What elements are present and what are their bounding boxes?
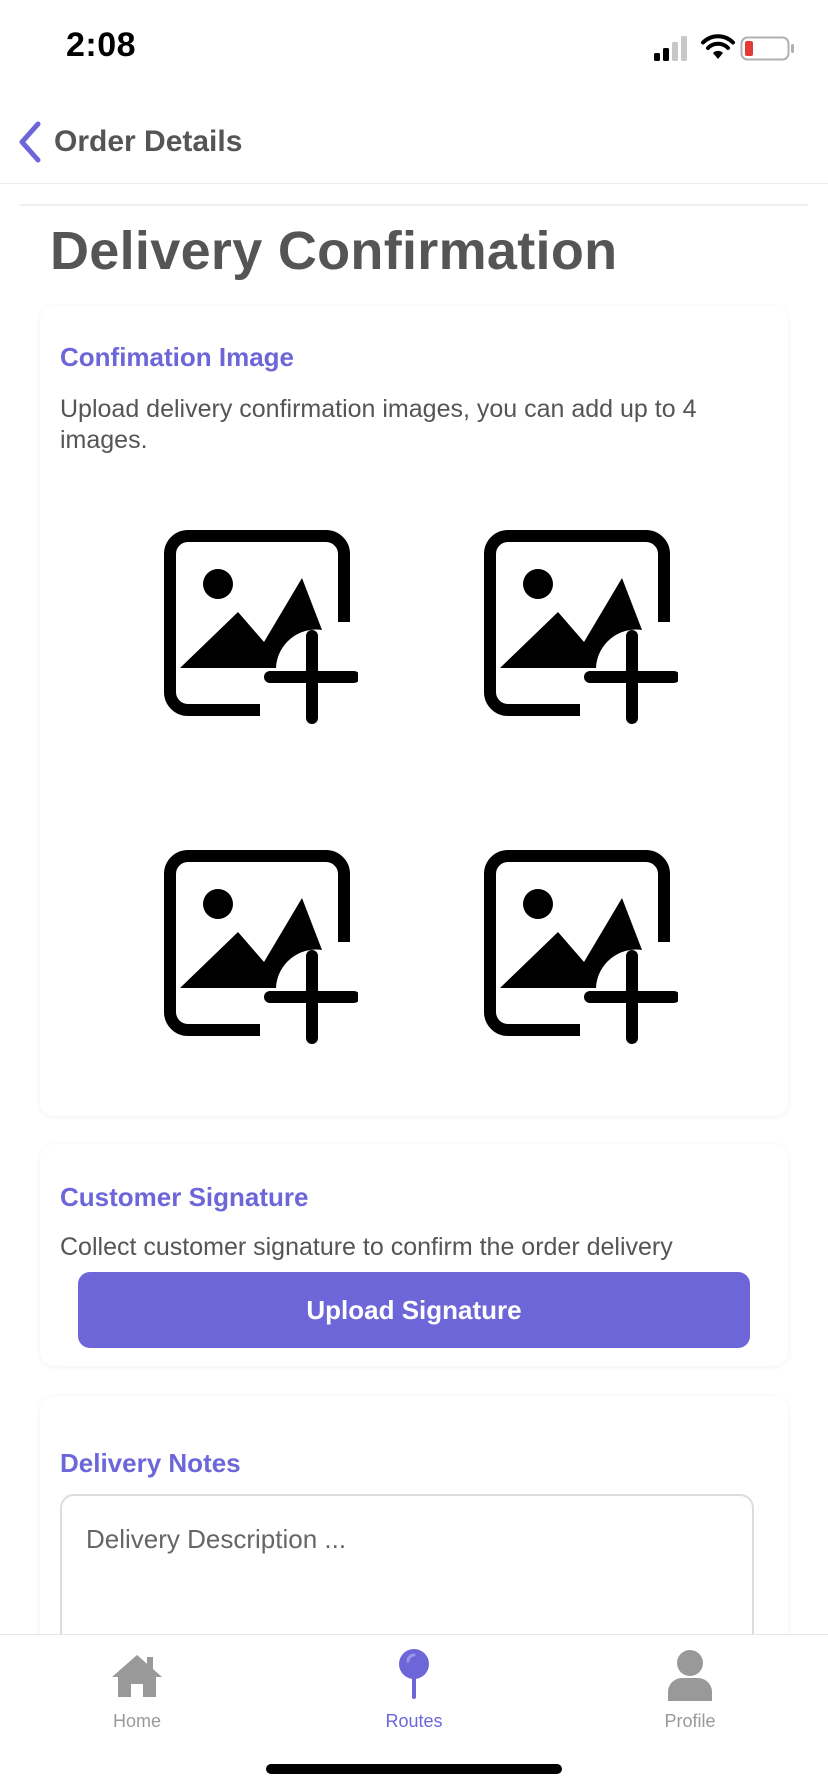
delivery-confirmation-screen: 2:08 Order Details Delivery Confirmation	[0, 0, 828, 1792]
divider	[20, 204, 808, 206]
chevron-left-icon	[19, 121, 41, 163]
signal-icon	[654, 36, 687, 61]
add-photo-icon	[164, 530, 358, 724]
tab-routes[interactable]: Routes	[314, 1647, 514, 1751]
status-bar: 2:08	[0, 0, 828, 100]
back-button[interactable]: Order Details	[14, 114, 242, 170]
back-label: Order Details	[54, 125, 243, 158]
customer-signature-description: Collect customer signature to confirm th…	[60, 1233, 673, 1261]
confirmation-image-title: Confimation Image	[60, 342, 295, 372]
battery-level	[745, 41, 753, 56]
tab-profile[interactable]: Profile	[590, 1647, 790, 1751]
add-photo-icon	[484, 850, 678, 1044]
status-time: 2:08	[66, 26, 137, 64]
add-image-slot-4[interactable]	[472, 838, 678, 1044]
wifi-icon	[701, 34, 735, 59]
confirmation-image-card: Confimation Image Upload delivery confir…	[40, 306, 788, 1116]
tab-home[interactable]: Home	[37, 1647, 237, 1751]
tab-home-label: Home	[112, 1711, 161, 1731]
add-photo-icon	[164, 850, 358, 1044]
delivery-notes-title: Delivery Notes	[60, 1448, 241, 1478]
add-image-slot-1[interactable]	[152, 518, 358, 724]
home-icon	[112, 1655, 162, 1697]
page-title: Delivery Confirmation	[50, 221, 618, 281]
add-image-slot-2[interactable]	[472, 518, 678, 724]
upload-signature-button[interactable]: Upload Signature	[78, 1272, 750, 1348]
person-icon	[668, 1650, 712, 1701]
header: Order Details	[0, 100, 828, 184]
map-pin-icon	[399, 1649, 429, 1699]
add-photo-icon	[484, 530, 678, 724]
tab-profile-label: Profile	[664, 1711, 716, 1731]
tab-routes-label: Routes	[385, 1711, 443, 1731]
battery-icon	[740, 36, 794, 61]
home-indicator	[266, 1764, 562, 1774]
confirmation-image-description: Upload delivery confirmation images, you…	[60, 395, 697, 454]
customer-signature-card: Customer Signature Collect customer sign…	[40, 1144, 788, 1366]
add-image-slot-3[interactable]	[152, 838, 358, 1044]
customer-signature-title: Customer Signature	[60, 1182, 309, 1212]
